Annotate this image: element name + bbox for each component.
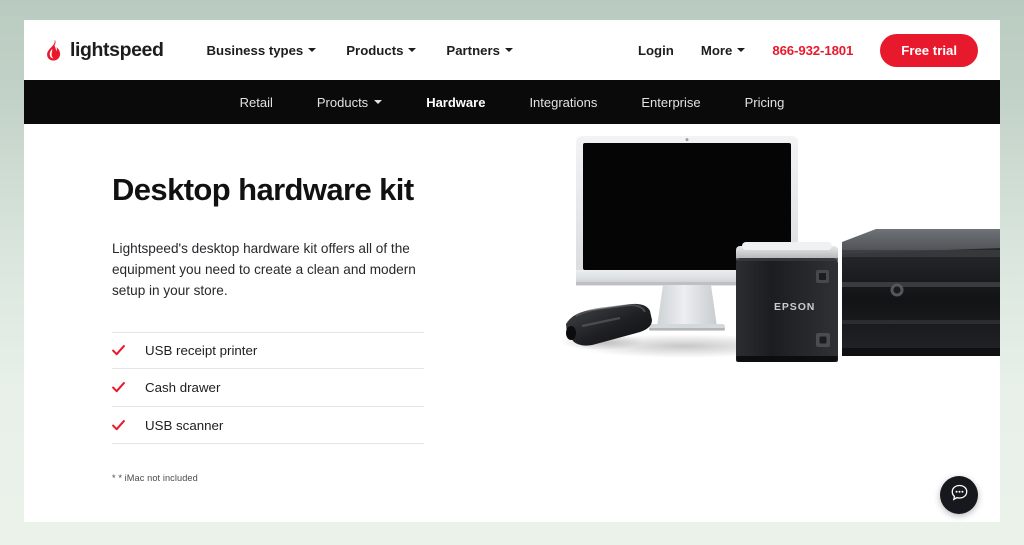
subnav-item-pricing[interactable]: Pricing xyxy=(723,95,807,110)
chat-bubble-icon xyxy=(950,483,969,507)
check-icon xyxy=(112,419,125,432)
phone-number-link[interactable]: 866-932-1801 xyxy=(772,43,853,58)
feature-label: USB scanner xyxy=(145,417,224,433)
list-item: USB scanner xyxy=(112,407,424,445)
chevron-down-icon xyxy=(308,48,317,52)
printer-brand-label: EPSON xyxy=(774,301,815,313)
more-label: More xyxy=(700,42,733,58)
subnav-item-products[interactable]: Products xyxy=(295,95,404,110)
chevron-down-icon xyxy=(374,100,383,104)
subnav-label: Integrations xyxy=(529,94,598,110)
hardware-kit-image: EPSON xyxy=(524,124,1000,522)
nav-label: Products xyxy=(346,42,404,58)
chat-support-button[interactable] xyxy=(940,476,978,514)
feature-label: Cash drawer xyxy=(145,380,221,396)
logo-wordmark: lightspeed xyxy=(70,38,164,61)
nav-label: Partners xyxy=(446,42,500,58)
chevron-down-icon xyxy=(504,48,513,52)
primary-navigation: Business types Products Partners xyxy=(207,43,513,58)
subnav-label: Hardware xyxy=(426,94,486,110)
list-item: Cash drawer xyxy=(112,369,424,407)
nav-item-partners[interactable]: Partners xyxy=(446,43,513,58)
subnav-item-retail[interactable]: Retail xyxy=(218,95,295,110)
nav-item-business-types[interactable]: Business types xyxy=(207,43,317,58)
subnav-label: Products xyxy=(316,94,369,110)
feature-list: USB receipt printer Cash drawer USB scan… xyxy=(112,331,424,445)
subnav-label: Pricing xyxy=(744,94,785,110)
cash-drawer xyxy=(842,229,1000,356)
hero-description: Lightspeed's desktop hardware kit offers… xyxy=(112,240,416,298)
subnav-item-enterprise[interactable]: Enterprise xyxy=(619,95,722,110)
secondary-navigation: Retail Products Hardware Integrations En… xyxy=(24,80,1000,124)
page-content-card: lightspeed Business types Products Partn… xyxy=(24,20,1000,522)
epson-receipt-printer: EPSON xyxy=(736,242,838,362)
check-icon xyxy=(112,344,125,357)
subnav-item-integrations[interactable]: Integrations xyxy=(507,95,619,110)
header-actions: Login More 866-932-1801 Free trial xyxy=(638,33,978,67)
list-item: USB receipt printer xyxy=(112,331,424,370)
subnav-item-hardware[interactable]: Hardware xyxy=(404,95,507,110)
subnav-label: Retail xyxy=(239,94,273,110)
flame-icon xyxy=(44,39,63,61)
nav-label: Business types xyxy=(206,42,304,58)
feature-label: USB receipt printer xyxy=(145,343,258,359)
hero-section: Desktop hardware kit Lightspeed's deskto… xyxy=(24,124,1000,522)
footnote-text: * * iMac not included xyxy=(112,473,198,484)
lightspeed-logo[interactable]: lightspeed xyxy=(44,39,164,62)
check-icon xyxy=(112,381,125,394)
page-title: Desktop hardware kit xyxy=(112,172,414,207)
hero-copy: Desktop hardware kit Lightspeed's deskto… xyxy=(112,172,462,483)
chevron-down-icon xyxy=(408,48,417,52)
free-trial-button[interactable]: Free trial xyxy=(880,33,978,67)
chevron-down-icon xyxy=(737,48,746,52)
more-menu[interactable]: More xyxy=(701,43,746,58)
site-header: lightspeed Business types Products Partn… xyxy=(24,20,1000,80)
login-link[interactable]: Login xyxy=(638,43,674,58)
subnav-label: Enterprise xyxy=(641,94,701,110)
nav-item-products[interactable]: Products xyxy=(346,42,417,58)
